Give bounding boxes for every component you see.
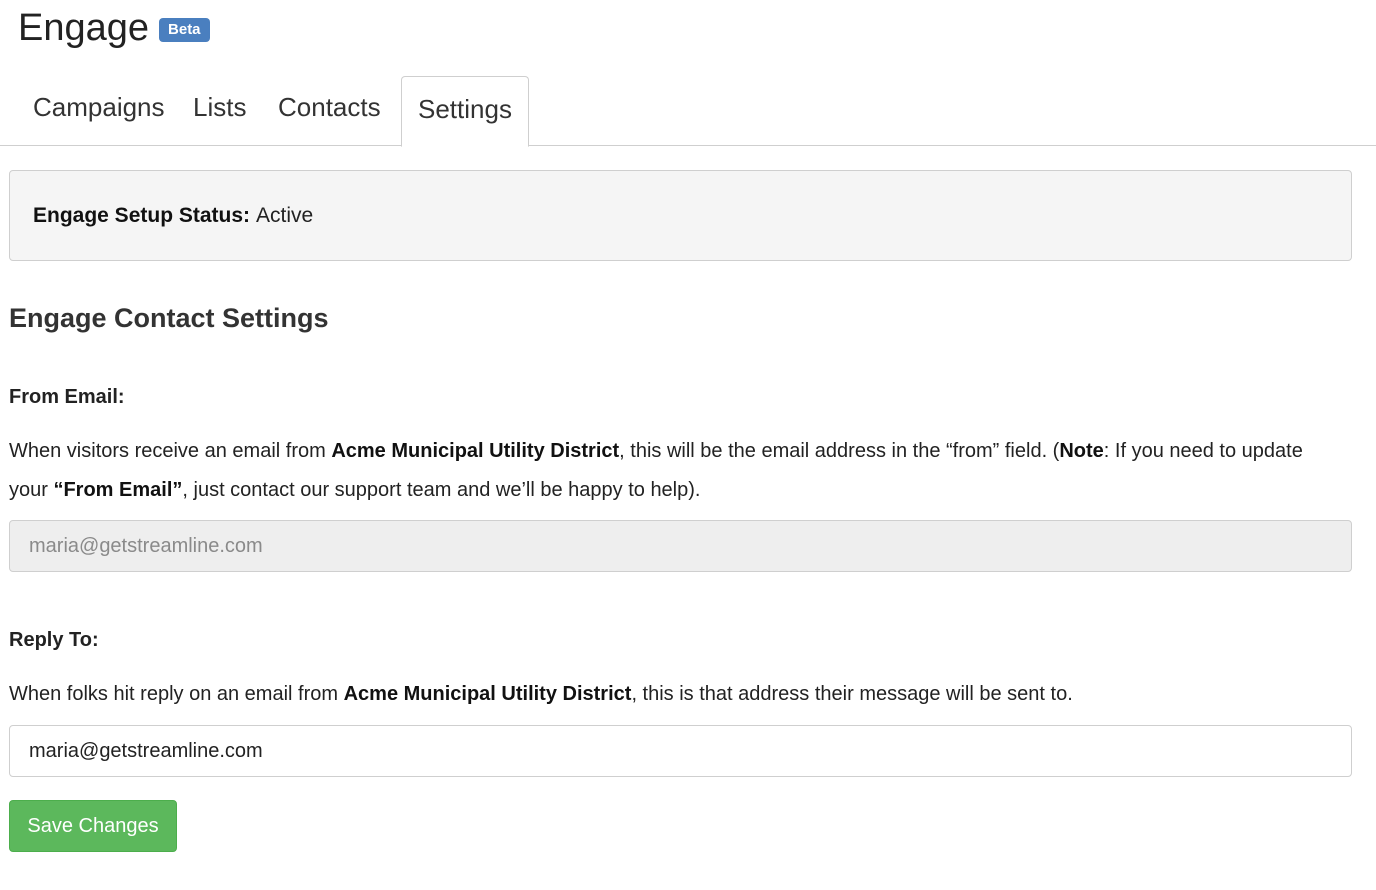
- from-email-desc-text-1: When visitors receive an email from: [9, 440, 332, 462]
- setup-status-label: Engage Setup Status:: [33, 203, 251, 227]
- from-email-description: When visitors receive an email from Acme…: [9, 432, 1329, 510]
- reply-to-input[interactable]: [9, 725, 1352, 777]
- tab-contacts[interactable]: Contacts: [278, 76, 381, 146]
- reply-to-description: When folks hit reply on an email from Ac…: [9, 675, 1329, 714]
- reply-to-desc-text-2: , this is that address their message wil…: [631, 683, 1073, 705]
- save-changes-button[interactable]: Save Changes: [9, 800, 177, 852]
- beta-badge: Beta: [159, 17, 210, 43]
- setup-status-panel: Engage Setup Status: Active: [9, 170, 1352, 261]
- engage-settings-page: Engage Beta Campaigns Lists Contacts Set…: [0, 0, 1376, 890]
- app-title: Engage: [18, 7, 150, 49]
- reply-to-org-name: Acme Municipal Utility District: [343, 683, 632, 705]
- from-email-org-name: Acme Municipal Utility District: [331, 440, 620, 462]
- reply-to-desc-text-1: When folks hit reply on an email from: [9, 683, 344, 705]
- from-email-desc-text-2: , this will be the email address in the …: [619, 440, 1060, 462]
- setup-status-value: Active: [256, 203, 314, 227]
- app-header: Engage Beta: [18, 0, 210, 56]
- from-email-field-ref: “From Email”: [53, 479, 183, 501]
- section-title: Engage Contact Settings: [9, 303, 329, 333]
- from-email-label: From Email:: [9, 386, 125, 408]
- reply-to-label: Reply To:: [9, 629, 99, 651]
- tab-bar: Campaigns Lists Contacts Settings: [0, 76, 1376, 147]
- from-email-note: Note: [1059, 440, 1104, 462]
- tab-campaigns[interactable]: Campaigns: [33, 76, 165, 146]
- from-email-desc-text-4: , just contact our support team and we’l…: [182, 479, 701, 501]
- tab-settings[interactable]: Settings: [401, 76, 529, 147]
- from-email-input: [9, 520, 1352, 572]
- tab-lists[interactable]: Lists: [193, 76, 246, 146]
